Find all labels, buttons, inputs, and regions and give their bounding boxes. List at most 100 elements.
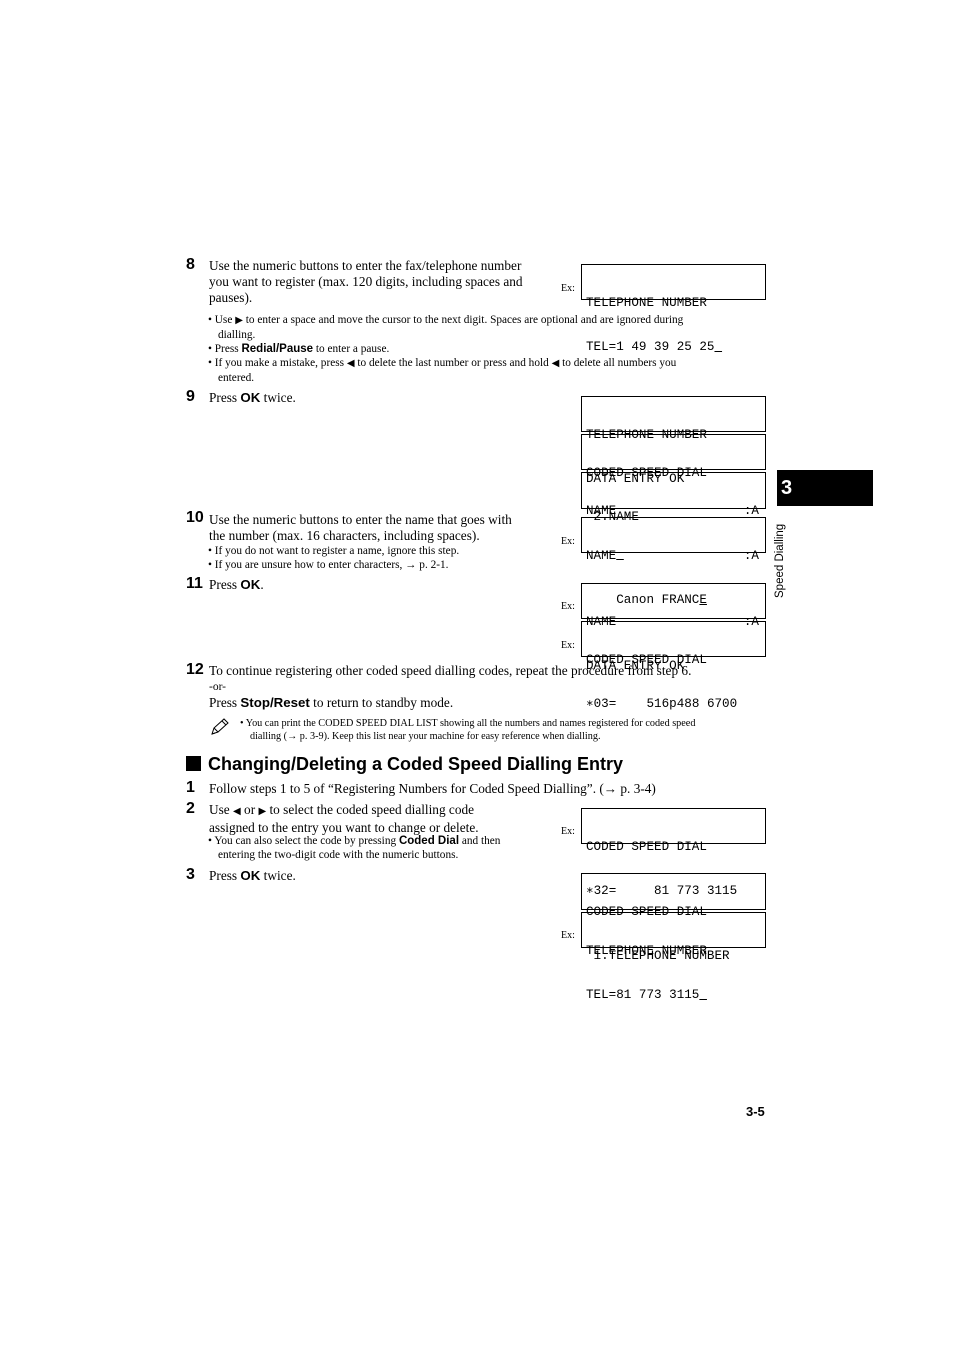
lcd-cursor (699, 988, 707, 1002)
lcd-text: TEL=1 49 39 25 25 (586, 339, 715, 354)
text: or (240, 802, 259, 817)
step-10-bullets: • If you do not want to register a name,… (208, 544, 459, 572)
text-line: pauses). (209, 290, 253, 305)
step-number: 1 (186, 779, 195, 796)
text: Press (209, 577, 241, 592)
step-1-text: Follow steps 1 to 5 of “Registering Numb… (209, 781, 656, 796)
text: Press (209, 695, 241, 710)
note-line: dialling (→ p. 3-9). Keep this list near… (250, 731, 601, 742)
text: to select the coded speed dialling code (266, 802, 475, 817)
lcd-cursor (714, 340, 722, 354)
key-ok: OK (240, 577, 261, 592)
step-number: 3 (186, 866, 195, 883)
bullet-item: • If you are unsure how to enter charact… (208, 559, 449, 571)
step-number: 2 (186, 800, 195, 817)
text: • If you make a mistake, press (208, 357, 347, 369)
step-number: 12 (186, 661, 204, 678)
square-bullet-icon (186, 756, 201, 771)
step-number: 11 (186, 575, 203, 592)
example-label: Ex: (561, 283, 575, 294)
or-separator: -or- (209, 681, 227, 693)
text: twice. (260, 390, 296, 405)
text: Press (209, 390, 241, 405)
example-label: Ex: (561, 601, 575, 612)
left-arrow-icon: ◀ (346, 358, 355, 369)
lcd-display: CODED SPEED DIAL 2.NAME (581, 434, 766, 524)
lcd-display: TELEPHONE NUMBER TEL=81 773 3115 (581, 912, 766, 1002)
lcd-display: CODED SPEED DIAL 1.TELEPHONE NUMBER (581, 873, 766, 963)
lcd-text: TEL=81 773 3115 (586, 987, 700, 1002)
page-number: 3-5 (746, 1104, 765, 1119)
heading-text: Changing/Deleting a Coded Speed Dialling… (208, 754, 624, 774)
lcd-display: TELEPHONE NUMBER TEL=1 49 39 25 25 (581, 264, 766, 354)
right-arrow-icon: ▶ (235, 315, 243, 326)
text: to enter a pause. (313, 343, 390, 355)
step-3-text: Press OK twice. (209, 868, 296, 884)
text: twice. (260, 868, 296, 883)
bullet-item: • If you do not want to register a name,… (208, 545, 460, 557)
text: • Use (208, 314, 236, 326)
lcd-line: TEL=1 49 39 25 25 (586, 340, 765, 355)
text: to delete the last number or press and h… (354, 357, 552, 369)
example-label: Ex: (561, 826, 575, 837)
lcd-display: NAME:A Canon FRANCE (581, 517, 766, 607)
example-label: Ex: (561, 640, 575, 651)
text: and then (459, 835, 501, 847)
lcd-line: TELEPHONE NUMBER (586, 296, 707, 310)
lcd-display: CODED SPEED DIAL ∗32= 81 773 3115 (581, 808, 766, 898)
key-redial-pause: Redial/Pause (241, 343, 314, 355)
key-stop-reset: Stop/Reset (240, 695, 310, 710)
text: to return to standby mode. (309, 695, 454, 710)
text-line: Use the numeric buttons to enter the nam… (209, 512, 512, 527)
chapter-tab: 3 (777, 470, 873, 506)
lcd-text: NAME (586, 549, 617, 563)
text-line: Use ◀ or ▶ to select the coded speed dia… (209, 802, 479, 820)
step-2-bullets: • You can also select the code by pressi… (208, 834, 500, 862)
lcd-line: NAME :A (586, 549, 765, 564)
lcd-display: NAME:A DATA ENTRY OK (581, 583, 766, 673)
text-line: you want to register (max. 120 digits, i… (209, 274, 523, 289)
text: . (260, 577, 264, 592)
example-label: Ex: (561, 930, 575, 941)
lcd-display: NAME:A (581, 472, 766, 518)
step-number: 9 (186, 388, 195, 405)
text-line: the number (max. 16 characters, includin… (209, 528, 480, 543)
example-label: Ex: (561, 536, 575, 547)
text-line: Use the numeric buttons to enter the fax… (209, 258, 522, 273)
lcd-display: CODED SPEED DIAL ∗03= 516p488 6700 (581, 621, 766, 711)
step-8-text: Use the numeric buttons to enter the fax… (209, 258, 549, 306)
text: Use (209, 802, 234, 817)
note-text: • You can print the CODED SPEED DIAL LIS… (240, 717, 695, 743)
bullet-continuation: entered. (218, 372, 255, 384)
step-9-text: Press OK twice. (209, 390, 296, 406)
step-number: 10 (186, 509, 204, 526)
section-heading: Changing/Deleting a Coded Speed Dialling… (186, 753, 623, 775)
lcd-line: TELEPHONE NUMBER (586, 944, 707, 958)
text-line: Press Stop/Reset to return to standby mo… (209, 695, 691, 711)
step-11-text: Press OK. (209, 577, 264, 593)
step-10-text: Use the numeric buttons to enter the nam… (209, 512, 549, 544)
step-12-text: To continue registering other coded spee… (209, 663, 691, 711)
bullet-continuation: entering the two-digit code with the num… (218, 849, 459, 861)
text-line: To continue registering other coded spee… (209, 663, 692, 678)
key-ok: OK (240, 390, 261, 405)
lcd-line: TEL=81 773 3115 (586, 988, 765, 1003)
left-arrow-icon: ◀ (233, 806, 241, 817)
note-line: • You can print the CODED SPEED DIAL LIS… (240, 718, 696, 729)
key-ok: OK (240, 868, 261, 883)
lcd-text: NAME (586, 504, 617, 518)
lcd-display: TELEPHONE NUMBER DATA ENTRY OK (581, 396, 766, 486)
text: • Press (208, 343, 242, 355)
step-2-text: Use ◀ or ▶ to select the coded speed dia… (209, 802, 479, 836)
text: • You can also select the code by pressi… (208, 835, 399, 847)
chapter-label: Speed Dialling (774, 523, 786, 598)
step-number: 8 (186, 256, 195, 273)
bullet-item: • You can also select the code by pressi… (208, 834, 500, 848)
chapter-number: 3 (781, 477, 793, 499)
text: Press (209, 868, 241, 883)
key-coded-dial: Coded Dial (398, 835, 460, 847)
right-arrow-icon: ▶ (258, 806, 267, 817)
input-mode: :A (743, 549, 759, 563)
lcd-line: CODED SPEED DIAL (586, 840, 707, 854)
pencil-icon (209, 717, 231, 737)
